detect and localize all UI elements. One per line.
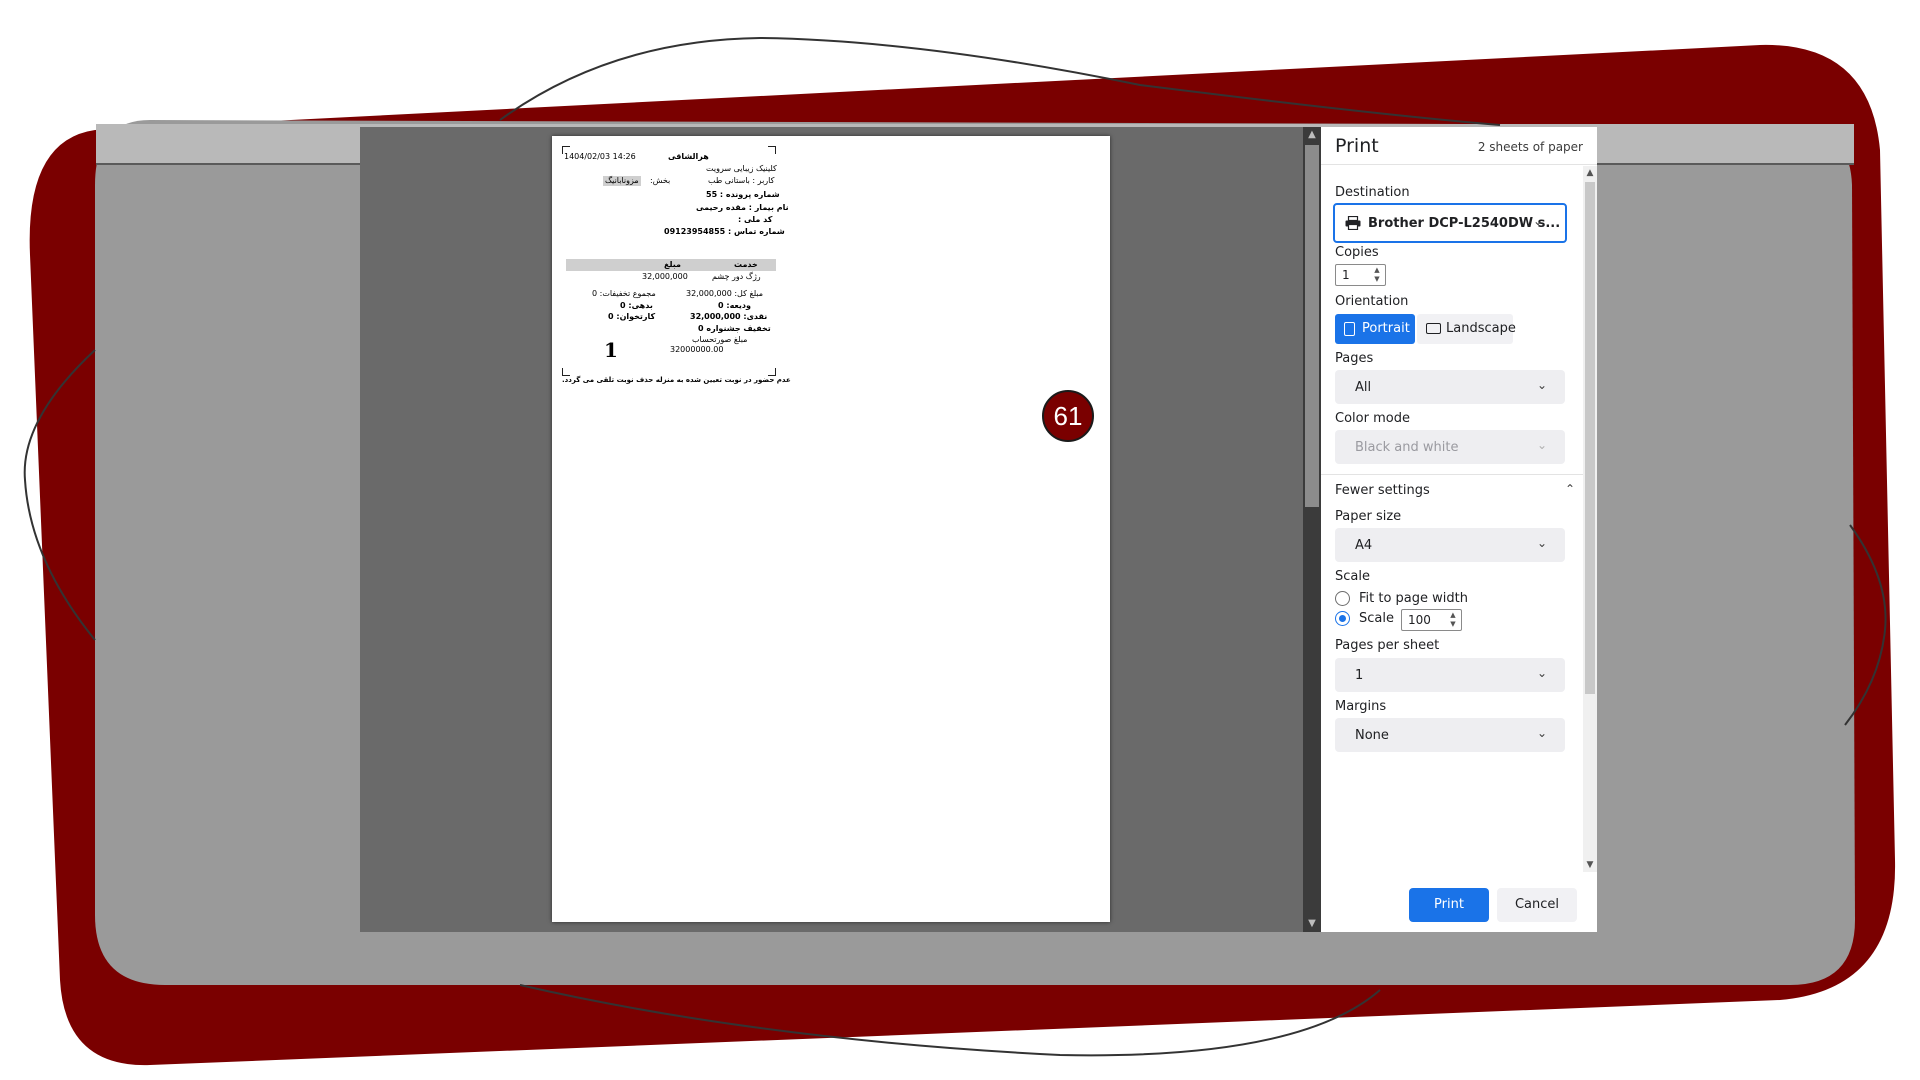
preview-scrollbar[interactable]: ▲ ▼	[1303, 127, 1321, 932]
pages-value: All	[1355, 380, 1372, 395]
receipt-invoice-amount: 32000000.00	[670, 345, 724, 354]
print-preview-area: 1404/02/03 14:26 هرالشاقی کلینیک زیبایی …	[360, 127, 1303, 932]
stepper-arrows-icon[interactable]: ▲ ▼	[1447, 611, 1459, 629]
panel-header: Print 2 sheets of paper	[1321, 127, 1597, 165]
destination-select[interactable]: Brother DCP-L2540DW s... ⌄	[1333, 203, 1567, 243]
scale-label: Scale	[1335, 569, 1370, 584]
chevron-down-icon: ⌄	[1536, 536, 1547, 550]
receipt-content: 1404/02/03 14:26 هرالشاقی کلینیک زیبایی …	[558, 142, 791, 412]
pages-label: Pages	[1335, 351, 1374, 366]
pages-per-sheet-select[interactable]: 1 ⌄	[1335, 658, 1565, 692]
receipt-cash: نقدی: 32,000,000	[690, 312, 768, 321]
paper-size-value: A4	[1355, 538, 1373, 553]
chevron-down-icon: ⌄	[1536, 726, 1547, 740]
receipt-datetime: 1404/02/03 14:26	[564, 152, 636, 161]
scale-custom-label: Scale	[1359, 611, 1394, 626]
pages-per-sheet-label: Pages per sheet	[1335, 638, 1440, 653]
margins-label: Margins	[1335, 699, 1387, 714]
scroll-up-icon[interactable]: ▲	[1583, 166, 1597, 180]
receipt-corner-mark	[768, 146, 776, 154]
receipt-corner-mark	[562, 146, 570, 154]
orientation-portrait-button[interactable]: Portrait	[1335, 314, 1415, 344]
sheets-count: 2 sheets of paper	[1477, 140, 1583, 154]
settings-scroll-area: Destination Brother DCP-L2540DW s... ⌄ C…	[1321, 166, 1597, 866]
copies-stepper[interactable]: 1 ▲ ▼	[1335, 264, 1386, 286]
chevron-down-icon: ⌄	[1536, 378, 1547, 392]
scroll-up-icon[interactable]: ▲	[1303, 127, 1321, 143]
receipt-section-label: بخش:	[650, 176, 671, 185]
color-mode-label: Color mode	[1335, 411, 1410, 426]
stepper-arrows-icon[interactable]: ▲ ▼	[1371, 266, 1383, 284]
receipt-invoice-label: مبلغ صورتحساب	[692, 335, 748, 344]
settings-scrollbar-thumb[interactable]	[1585, 182, 1595, 694]
pages-per-sheet-value: 1	[1355, 668, 1364, 683]
receipt-user-line: کاربر : باستانی طب	[708, 176, 775, 185]
paper-size-label: Paper size	[1335, 509, 1402, 524]
orientation-landscape-button[interactable]: Landscape	[1417, 314, 1516, 344]
panel-footer: Print Cancel	[1321, 872, 1597, 932]
chevron-down-icon: ⌄	[1532, 214, 1543, 228]
destination-label: Destination	[1335, 185, 1410, 200]
margins-select[interactable]: None ⌄	[1335, 718, 1565, 752]
cancel-button[interactable]: Cancel	[1497, 888, 1577, 922]
receipt-section-tag: مزونابانیگ	[603, 176, 641, 186]
orientation-label: Orientation	[1335, 294, 1409, 309]
receipt-col-service: خدمت	[734, 260, 758, 269]
print-settings-panel: Print 2 sheets of paper Destination Brot…	[1321, 127, 1597, 932]
preview-scrollbar-thumb[interactable]	[1305, 145, 1319, 507]
color-mode-select: Black and white ⌄	[1335, 430, 1565, 464]
scroll-down-icon[interactable]: ▼	[1583, 858, 1597, 872]
scale-fit-radio[interactable]	[1335, 591, 1350, 606]
scale-fit-label: Fit to page width	[1359, 591, 1468, 606]
copies-value: 1	[1342, 268, 1350, 282]
receipt-clinic-name: کلینیک زیبایی سرویت	[706, 164, 777, 173]
receipt-corner-mark	[768, 368, 776, 376]
scale-value: 100	[1408, 613, 1431, 627]
copies-label: Copies	[1335, 245, 1379, 260]
settings-scrollbar[interactable]: ▲ ▼	[1583, 166, 1597, 872]
receipt-total-amount: مبلغ کل: 32,000,000	[686, 289, 764, 298]
color-mode-value: Black and white	[1355, 440, 1459, 455]
panel-title: Print	[1335, 135, 1379, 157]
receipt-patient-name: نام بیمار : مقده رحیمی	[696, 203, 789, 212]
receipt-col-amount: مبلغ	[664, 260, 681, 269]
destination-value: Brother DCP-L2540DW s...	[1368, 216, 1561, 231]
receipt-festival-discount: تخفیف جشنواره 0	[698, 324, 771, 333]
scale-custom-radio[interactable]	[1335, 611, 1350, 626]
print-button[interactable]: Print	[1409, 888, 1489, 922]
preview-page: 1404/02/03 14:26 هرالشاقی کلینیک زیبایی …	[552, 136, 1110, 922]
receipt-header-title: هرالشاقی	[668, 152, 709, 161]
receipt-footer-note: عدم حضور در نوبت تعیین شده به منزله حذف …	[562, 376, 791, 384]
receipt-total-discounts: مجموع تخفیفات: 0	[592, 289, 656, 298]
printer-icon	[1345, 216, 1361, 230]
scroll-down-icon[interactable]: ▼	[1303, 916, 1321, 932]
orientation-portrait-label: Portrait	[1362, 321, 1410, 336]
portrait-icon	[1344, 322, 1355, 336]
landscape-icon	[1426, 323, 1441, 334]
receipt-service-amount: 32,000,000	[642, 272, 688, 281]
chevron-down-icon: ⌄	[1536, 438, 1547, 452]
section-divider	[1321, 474, 1597, 475]
receipt-phone: شماره تماس : 09123954855	[664, 227, 785, 236]
print-dialog: 1404/02/03 14:26 هرالشاقی کلینیک زیبایی …	[360, 127, 1597, 932]
receipt-service-name: رژگ دور چشم	[712, 272, 761, 281]
pages-select[interactable]: All ⌄	[1335, 370, 1565, 404]
fewer-settings-toggle[interactable]: Fewer settings	[1335, 483, 1430, 498]
margins-value: None	[1355, 728, 1389, 743]
receipt-national-id: کد ملی :	[738, 215, 773, 224]
receipt-file-number: شماره پرونده : 55	[706, 190, 780, 199]
orientation-landscape-label: Landscape	[1446, 321, 1516, 336]
chevron-down-icon: ⌄	[1536, 666, 1547, 680]
scale-input[interactable]: 100 ▲ ▼	[1401, 609, 1462, 631]
receipt-queue-number: 1	[604, 338, 618, 362]
step-number-badge: 61	[1042, 390, 1094, 442]
receipt-card-reader: کارتخوان: 0	[608, 312, 656, 321]
chevron-up-icon[interactable]: ⌃	[1565, 482, 1575, 496]
receipt-deposit: ودیعه: 0	[718, 301, 752, 310]
receipt-corner-mark	[562, 368, 570, 376]
receipt-debt: بدهی: 0	[620, 301, 653, 310]
paper-size-select[interactable]: A4 ⌄	[1335, 528, 1565, 562]
